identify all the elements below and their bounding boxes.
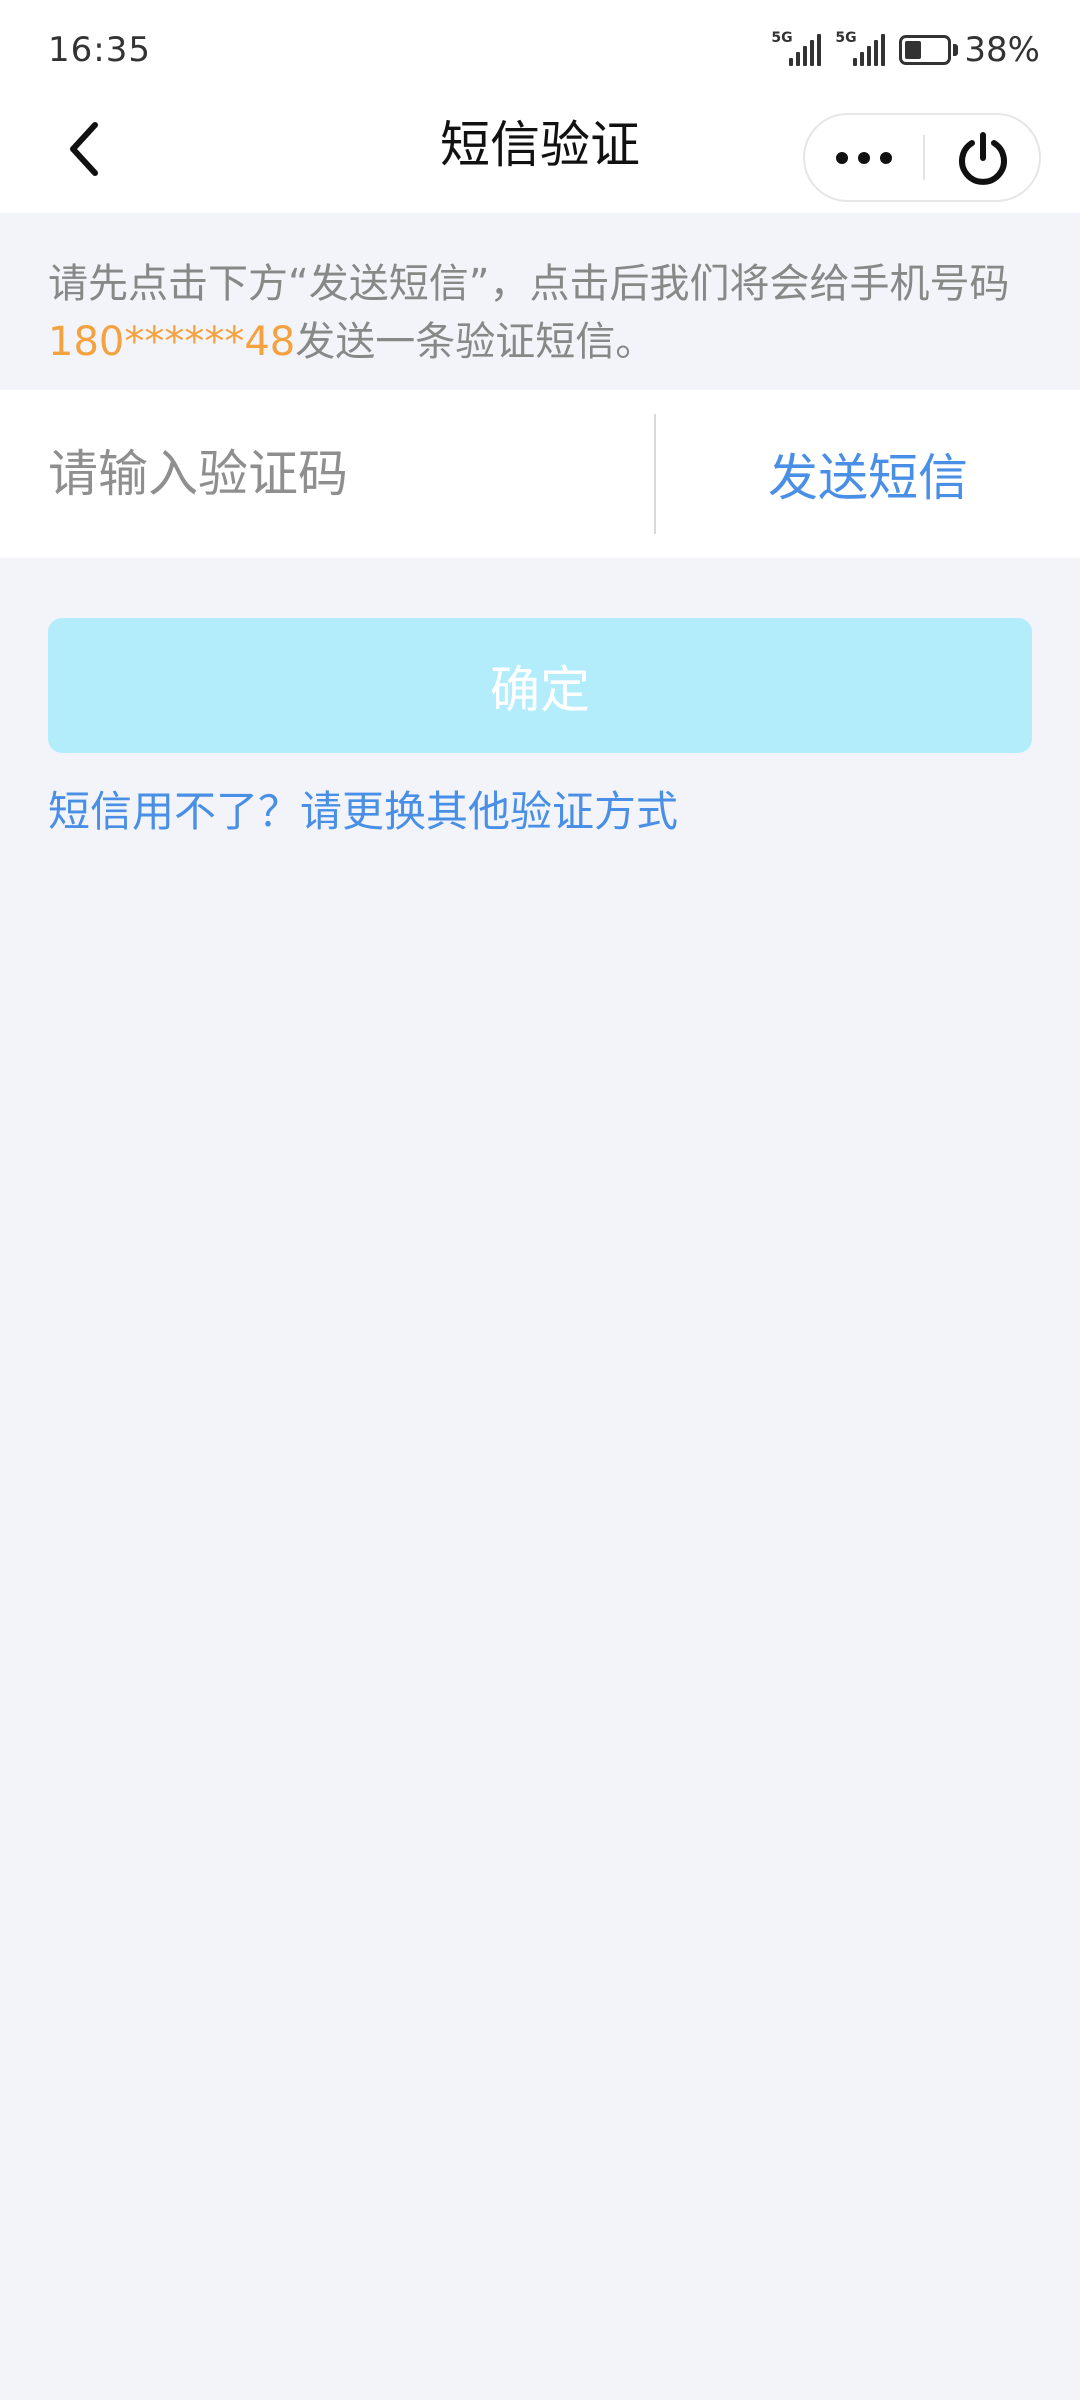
status-time: 16:35 [48,30,151,70]
change-verification-method-link[interactable]: 短信用不了？请更换其他验证方式 [48,780,678,844]
instructions-text: 请先点击下方“发送短信”，点击后我们将会给手机号码 [48,261,1010,307]
signal-2-tag: 5G [835,30,857,46]
status-indicators: 5G 5G 38% [771,30,1040,70]
confirm-button[interactable]: 确定 [48,618,1032,753]
nav-bar: 短信验证 [0,100,1080,213]
battery-icon: 38% [899,30,1040,70]
signal-2-icon: 5G [835,30,886,66]
power-icon [959,131,1007,185]
masked-phone-number: 180******48 [48,319,296,365]
code-input-row: 发送短信 [0,390,1080,558]
signal-1-icon: 5G [771,30,822,66]
verification-code-input[interactable] [48,424,608,524]
more-dots-icon [836,151,892,164]
send-sms-button[interactable]: 发送短信 [656,390,1080,558]
battery-percent: 38% [964,30,1040,70]
battery-fill [905,41,921,59]
more-button[interactable] [805,115,923,200]
sms-instructions: 请先点击下方“发送短信”，点击后我们将会给手机号码 180******48发送一条… [0,213,1080,390]
instructions-text-end: 发送一条验证短信。 [295,319,656,365]
mini-program-capsule [803,113,1041,202]
status-bar: 16:35 5G 5G 38% [0,0,1080,100]
signal-1-tag: 5G [771,30,793,46]
close-button[interactable] [925,115,1041,200]
